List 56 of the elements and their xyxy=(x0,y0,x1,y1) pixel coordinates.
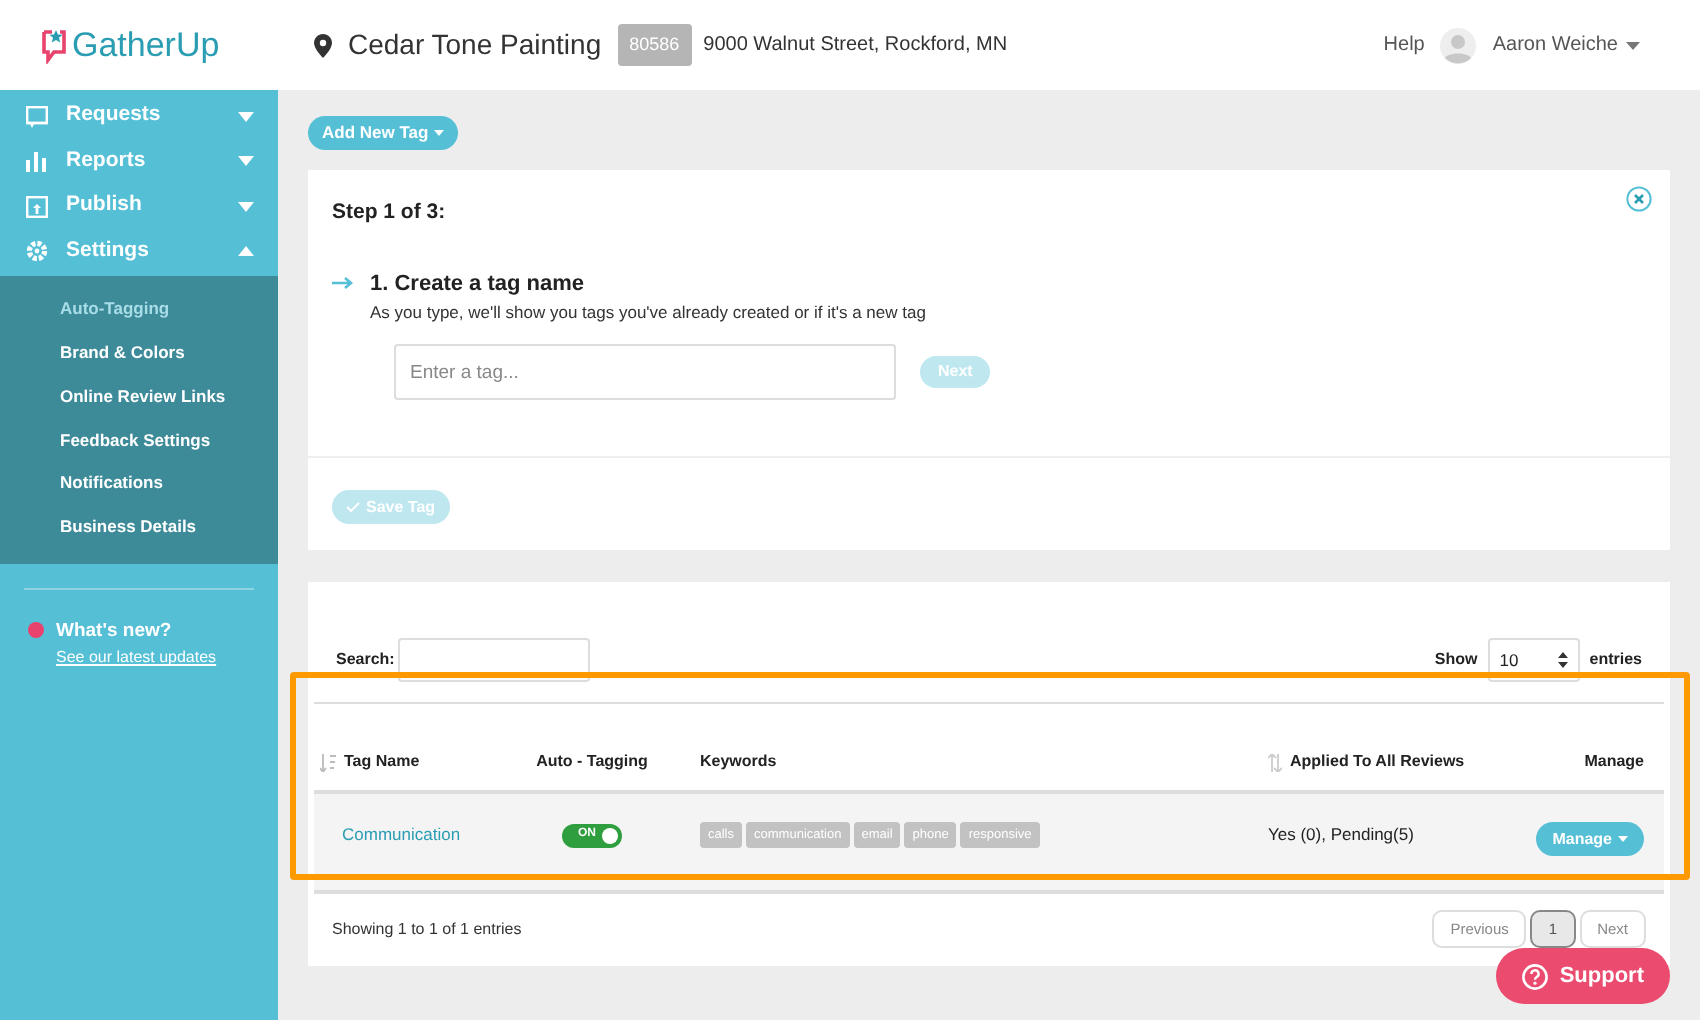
logo-icon xyxy=(40,27,68,63)
whats-new-title: What's new? xyxy=(56,618,174,647)
sidebar-item[interactable]: Requests xyxy=(0,94,278,139)
tag-input-field[interactable]: Enter a tag... xyxy=(394,344,896,400)
logo-text[interactable]: GatherUp xyxy=(72,19,220,71)
column-header[interactable]: Keywords xyxy=(700,750,777,774)
updates-link[interactable]: See our latest updates xyxy=(56,646,217,671)
sidebar-item[interactable]: Publish xyxy=(0,184,278,229)
location-name[interactable]: Cedar Tone Painting xyxy=(348,24,602,66)
column-header[interactable]: Tag Name xyxy=(344,750,420,774)
check-icon xyxy=(346,502,360,512)
bar-chart-icon xyxy=(26,150,48,173)
column-header[interactable]: Applied To All Reviews xyxy=(1290,750,1465,774)
step-title: Step 1 of 3: xyxy=(332,198,446,228)
notification-dot-icon xyxy=(28,622,44,639)
column-header[interactable]: Auto - Tagging xyxy=(536,750,648,774)
help-icon xyxy=(1521,963,1548,989)
submenu-item[interactable]: Feedback Settings xyxy=(0,418,278,462)
caret-icon xyxy=(1618,836,1628,842)
entries-summary: Showing 1 to 1 of 1 entries xyxy=(332,917,522,941)
table-cell-text: Yes (0), Pending(5) xyxy=(1266,822,1416,848)
arrow-icon xyxy=(332,275,354,290)
sidebar-item[interactable]: Reports xyxy=(0,139,278,184)
chat-icon xyxy=(26,105,48,128)
submenu-item[interactable]: Brand & Colors xyxy=(0,331,278,375)
submenu-item[interactable]: Notifications xyxy=(0,461,278,505)
help-link[interactable]: Help xyxy=(1383,30,1425,60)
sort-icon xyxy=(1268,753,1282,771)
step-hint: As you type, we'll show you tags you've already created or if it's a new tag xyxy=(370,300,926,326)
step-heading: 1. Create a tag name xyxy=(370,269,586,300)
user-menu[interactable]: Aaron Weiche xyxy=(1492,30,1640,60)
sidebar-item[interactable]: Settings xyxy=(0,229,278,274)
tag-name-link[interactable]: Communication xyxy=(342,824,461,845)
show-label: Show xyxy=(1434,648,1478,672)
caret-icon xyxy=(1626,41,1640,49)
location-id: 80586 xyxy=(617,23,692,67)
location-pin-icon xyxy=(314,33,332,57)
search-field[interactable] xyxy=(398,638,591,682)
column-header[interactable]: Manage xyxy=(1584,750,1644,774)
spinner-icon xyxy=(1557,652,1568,668)
search-label: Search: xyxy=(336,648,395,672)
manage-button[interactable]: Manage xyxy=(1536,822,1644,856)
sort-icon xyxy=(320,753,336,771)
support-button[interactable]: Support xyxy=(1495,948,1670,1004)
page-size-select[interactable]: 10 xyxy=(1487,638,1580,682)
caret-icon xyxy=(434,130,445,136)
upload-icon xyxy=(26,195,48,218)
address-text: 9000 Walnut Street, Rockford, MN xyxy=(703,32,1008,60)
settings-icon xyxy=(26,240,48,263)
close-icon xyxy=(1626,186,1652,212)
submenu-item[interactable]: Business Details xyxy=(0,504,278,549)
add-new-tag-button[interactable]: Add New Tag xyxy=(308,116,459,150)
entries-label: entries xyxy=(1589,648,1642,672)
submenu-item[interactable]: Auto-Tagging xyxy=(0,288,278,332)
avatar-icon xyxy=(1440,27,1477,63)
submenu-item[interactable]: Online Review Links xyxy=(0,374,278,419)
